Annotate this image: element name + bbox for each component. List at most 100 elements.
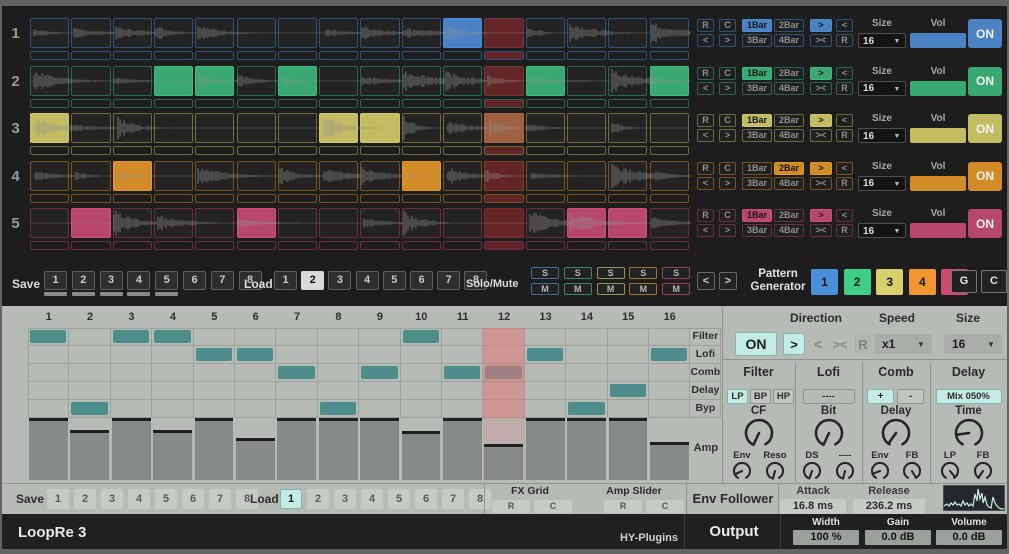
direction-random-button[interactable]: R bbox=[836, 34, 853, 47]
preset-load-slot-button[interactable]: 3 bbox=[334, 489, 356, 509]
direction-pingpong-button[interactable]: >< bbox=[810, 224, 832, 237]
fx-grid-cell[interactable] bbox=[194, 346, 235, 364]
bar-length-1bar-button[interactable]: 1Bar bbox=[742, 67, 772, 80]
shift-left-button[interactable]: < bbox=[697, 224, 714, 237]
solo-button[interactable]: S bbox=[597, 267, 625, 279]
fx-grid-cell[interactable] bbox=[235, 346, 276, 364]
fx-sequencer-on-button[interactable]: ON bbox=[735, 332, 777, 356]
lofi-value-box[interactable]: ---- bbox=[803, 389, 855, 404]
sequencer-cell[interactable] bbox=[30, 66, 69, 96]
step-sub-cell[interactable] bbox=[360, 194, 399, 203]
sequencer-cell[interactable] bbox=[443, 18, 482, 48]
sequencer-cell[interactable] bbox=[567, 66, 606, 96]
fx-grid-cell[interactable] bbox=[401, 382, 442, 400]
bar-length-2bar-button[interactable]: 2Bar bbox=[774, 19, 804, 32]
sequencer-cell[interactable] bbox=[154, 113, 193, 143]
sequencer-cell[interactable] bbox=[402, 161, 441, 191]
sequencer-cell[interactable] bbox=[237, 208, 276, 238]
direction-forward-button[interactable]: > bbox=[810, 162, 832, 175]
amp-slider[interactable] bbox=[112, 418, 151, 480]
step-sub-cell[interactable] bbox=[113, 99, 152, 108]
fx-grid-cell[interactable] bbox=[28, 346, 69, 364]
track-on-button[interactable]: ON bbox=[968, 114, 1002, 143]
volume-slider[interactable] bbox=[910, 223, 966, 238]
step-sub-cell[interactable] bbox=[443, 99, 482, 108]
fx-grid-cell[interactable] bbox=[401, 346, 442, 364]
sequencer-cell[interactable] bbox=[195, 66, 234, 96]
step-sub-cell[interactable] bbox=[608, 146, 647, 155]
fx-grid-cell[interactable] bbox=[152, 364, 193, 382]
reso-knob[interactable] bbox=[764, 460, 786, 482]
fx-grid-cell[interactable] bbox=[194, 364, 235, 382]
retrigger-button[interactable]: R bbox=[697, 209, 714, 222]
fx-grid-cell[interactable] bbox=[401, 328, 442, 346]
fx-grid-cell[interactable] bbox=[608, 328, 649, 346]
step-sub-cell[interactable] bbox=[113, 241, 152, 250]
direction-back-button[interactable]: < bbox=[836, 162, 853, 175]
sequencer-cell[interactable] bbox=[278, 208, 317, 238]
fx-grid-cell[interactable] bbox=[442, 328, 483, 346]
fx-grid-cell[interactable] bbox=[525, 328, 566, 346]
preset-save-slot-button[interactable]: 6 bbox=[182, 489, 204, 509]
sequencer-cell[interactable] bbox=[30, 208, 69, 238]
step-sub-cell[interactable] bbox=[113, 146, 152, 155]
direction-pingpong-button[interactable]: >< bbox=[810, 34, 832, 47]
step-sub-cell[interactable] bbox=[608, 51, 647, 60]
fx-grid-cell[interactable] bbox=[152, 400, 193, 418]
preset-load-slot-button[interactable]: 7 bbox=[442, 489, 464, 509]
bit-knob[interactable] bbox=[813, 417, 845, 449]
preset-load-slot-button[interactable]: 1 bbox=[280, 489, 302, 509]
fx-grid-cell[interactable] bbox=[359, 382, 400, 400]
fx-grid-cell[interactable] bbox=[235, 400, 276, 418]
sequencer-cell[interactable] bbox=[402, 208, 441, 238]
fx-grid-cell[interactable] bbox=[649, 400, 690, 418]
sequencer-cell[interactable] bbox=[195, 161, 234, 191]
fx-grid-cell[interactable] bbox=[111, 346, 152, 364]
solo-button[interactable]: S bbox=[629, 267, 657, 279]
track-on-button[interactable]: ON bbox=[968, 67, 1002, 96]
sequencer-cell[interactable] bbox=[319, 161, 358, 191]
shift-right-button[interactable]: > bbox=[719, 34, 736, 47]
amp-slider-random-button[interactable]: R bbox=[604, 500, 642, 513]
step-sub-cell[interactable] bbox=[319, 146, 358, 155]
fx-grid-cell[interactable] bbox=[649, 364, 690, 382]
pattern-load-slot-button[interactable]: 3 bbox=[328, 271, 351, 290]
sequencer-cell[interactable] bbox=[237, 113, 276, 143]
step-sub-cell[interactable] bbox=[71, 146, 110, 155]
attack-value-box[interactable]: 16.8 ms bbox=[780, 499, 846, 514]
sequencer-cell[interactable] bbox=[319, 113, 358, 143]
step-sub-cell[interactable] bbox=[360, 51, 399, 60]
fx-grid-cell[interactable] bbox=[566, 382, 607, 400]
sequencer-cell[interactable] bbox=[237, 66, 276, 96]
amp-slider[interactable] bbox=[236, 438, 275, 480]
direction-forward-button[interactable]: > bbox=[810, 114, 832, 127]
fx-grid-cell[interactable] bbox=[111, 382, 152, 400]
pattern-save-slot-button[interactable]: 2 bbox=[72, 271, 95, 290]
step-sub-cell[interactable] bbox=[195, 99, 234, 108]
clear-button[interactable]: C bbox=[719, 67, 736, 80]
step-sub-cell[interactable] bbox=[195, 51, 234, 60]
amp-slider[interactable] bbox=[526, 418, 565, 480]
shift-left-button[interactable]: < bbox=[697, 34, 714, 47]
sequencer-cell[interactable] bbox=[113, 18, 152, 48]
sequencer-cell[interactable] bbox=[154, 161, 193, 191]
sequencer-cell[interactable] bbox=[443, 208, 482, 238]
fx-grid-cell[interactable] bbox=[401, 400, 442, 418]
bar-length-3bar-button[interactable]: 3Bar bbox=[742, 129, 772, 142]
grid-size-dropdown[interactable]: 16▼ bbox=[944, 334, 1002, 354]
retrigger-button[interactable]: R bbox=[697, 114, 714, 127]
preset-save-slot-button[interactable]: 7 bbox=[209, 489, 231, 509]
step-sub-cell[interactable] bbox=[650, 241, 689, 250]
step-sub-cell[interactable] bbox=[608, 241, 647, 250]
shift-left-button[interactable]: < bbox=[697, 177, 714, 190]
pattern-load-slot-button[interactable]: 7 bbox=[437, 271, 460, 290]
bar-length-2bar-button[interactable]: 2Bar bbox=[774, 114, 804, 127]
direction-pingpong-button[interactable]: >< bbox=[810, 82, 832, 95]
sequencer-cell[interactable] bbox=[30, 18, 69, 48]
step-sub-cell[interactable] bbox=[484, 146, 523, 155]
pattern-save-slot-button[interactable]: 3 bbox=[100, 271, 123, 290]
direction-back-button[interactable]: < bbox=[836, 67, 853, 80]
fx-grid-cell[interactable] bbox=[318, 364, 359, 382]
fx-grid-cell[interactable] bbox=[442, 382, 483, 400]
sequencer-cell[interactable] bbox=[650, 208, 689, 238]
